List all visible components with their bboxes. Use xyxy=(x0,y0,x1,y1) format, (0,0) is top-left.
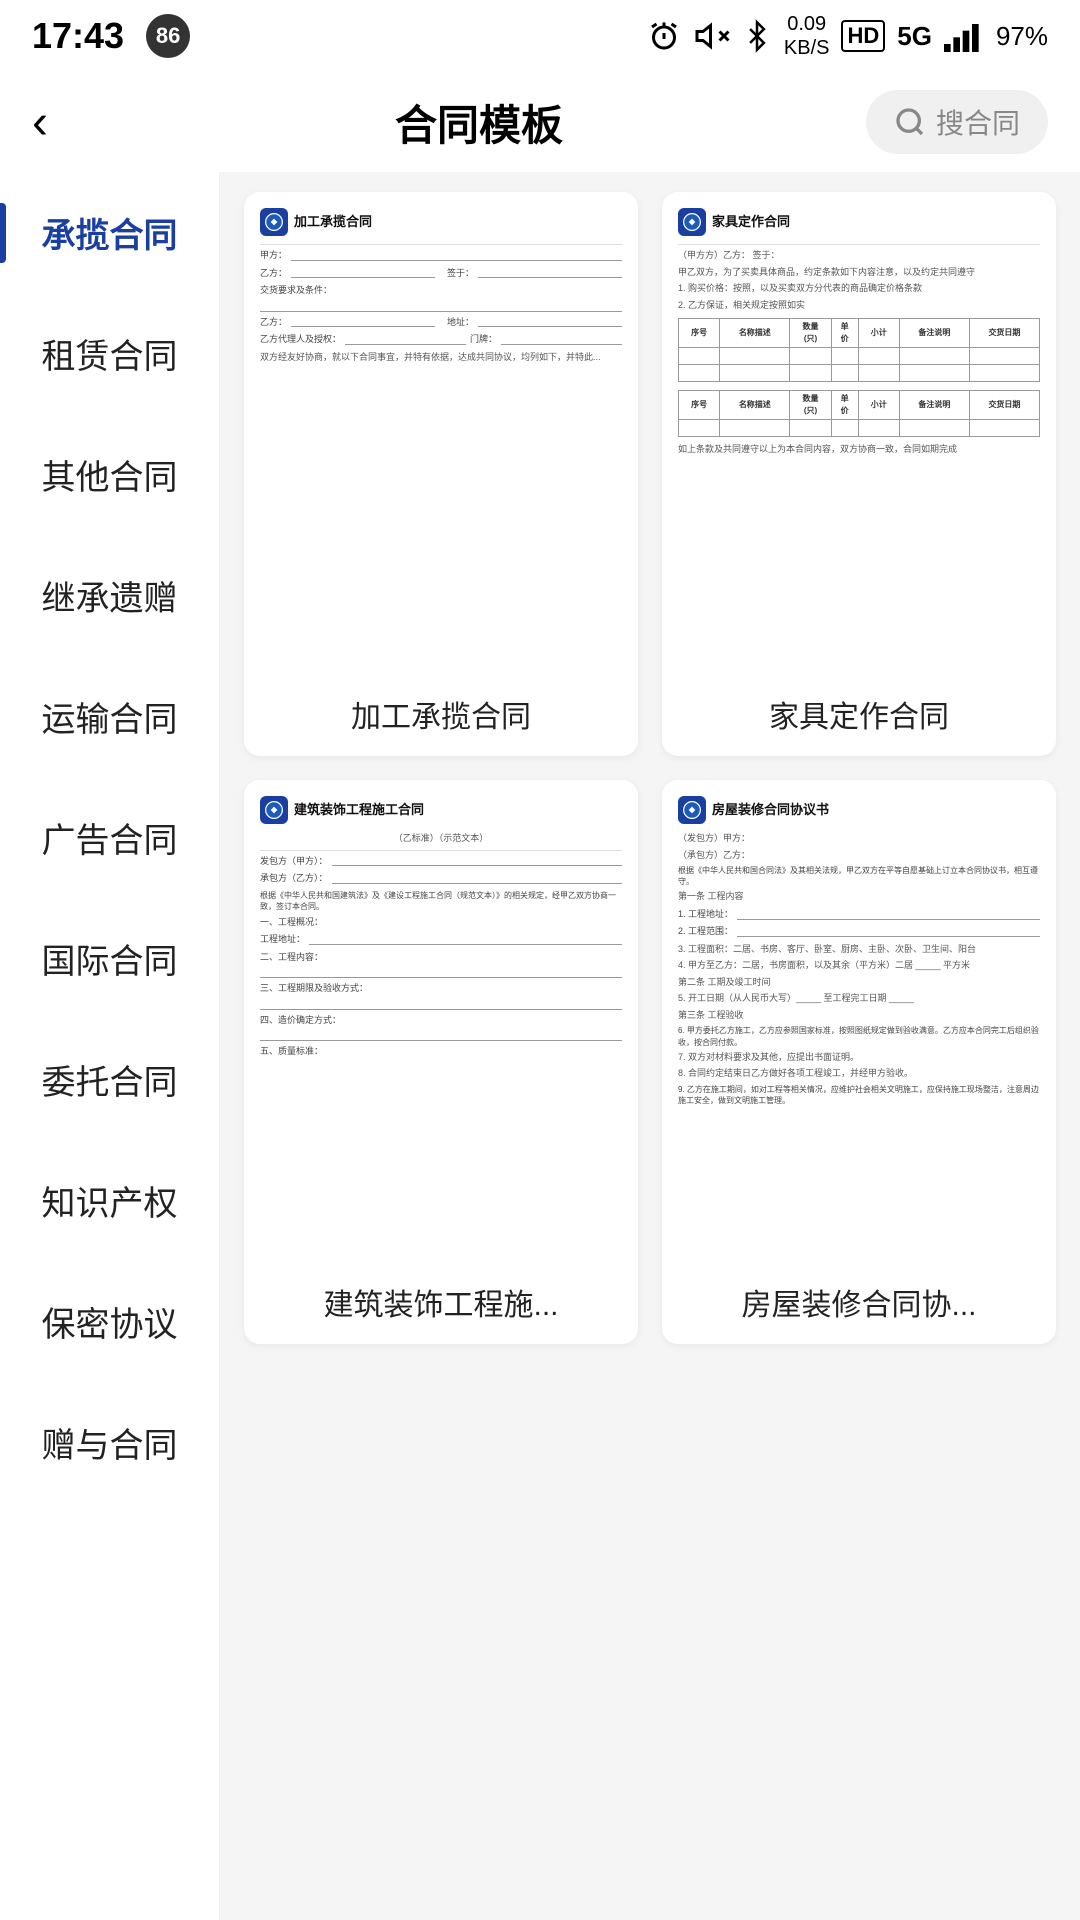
contract-card-fangwu[interactable]: 房屋装修合同协议书 （发包方）甲方： （承包方）乙方： 根据《中华人民共和国合同… xyxy=(662,780,1056,1344)
doc-title-jianzhu: 建筑装饰工程施工合同 xyxy=(294,800,424,820)
bluetooth-icon xyxy=(742,18,772,54)
sidebar-item-zhishi[interactable]: 知识产权 xyxy=(0,1140,219,1261)
doc-logo-jiaju xyxy=(678,208,706,236)
card-preview-jiagong: 加工承揽合同 甲方： 乙方：签于： 交货要求及条件： 乙方：地址： 乙方代理人及… xyxy=(244,192,638,672)
card-label-jianzhu: 建筑装饰工程施... xyxy=(244,1260,638,1344)
header: ‹ 合同模板 搜合同 xyxy=(0,72,1080,172)
doc-fangwu: 房屋装修合同协议书 （发包方）甲方： （承包方）乙方： 根据《中华人民共和国合同… xyxy=(678,796,1040,1109)
sidebar-item-qita[interactable]: 其他合同 xyxy=(0,414,219,535)
contract-card-jianzhu[interactable]: 建筑装饰工程施工合同 （乙标准）（示范文本） 发包方（甲方）： 承包方（乙方）：… xyxy=(244,780,638,1344)
contract-card-jiagong[interactable]: 加工承揽合同 甲方： 乙方：签于： 交货要求及条件： 乙方：地址： 乙方代理人及… xyxy=(244,192,638,756)
battery-level: 97% xyxy=(996,21,1048,52)
alarm-icon xyxy=(646,18,682,54)
card-label-fangwu: 房屋装修合同协... xyxy=(662,1260,1056,1344)
network-type: 5G xyxy=(897,21,932,52)
search-icon xyxy=(894,106,926,138)
doc-logo-fangwu xyxy=(678,796,706,824)
doc-title-jiaju: 家具定作合同 xyxy=(712,212,790,232)
doc-title-jiagong: 加工承揽合同 xyxy=(294,212,372,232)
back-button[interactable]: ‹ xyxy=(32,95,92,150)
hd-badge: HD xyxy=(841,20,885,52)
search-label: 搜合同 xyxy=(936,102,1020,142)
signal-icon xyxy=(944,18,984,54)
card-preview-jianzhu: 建筑装饰工程施工合同 （乙标准）（示范文本） 发包方（甲方）： 承包方（乙方）：… xyxy=(244,780,638,1260)
sidebar-item-baomi[interactable]: 保密协议 xyxy=(0,1261,219,1382)
sidebar-item-guanggao[interactable]: 广告合同 xyxy=(0,777,219,898)
status-badge: 86 xyxy=(146,14,190,58)
network-speed: 0.09 KB/S xyxy=(784,12,830,60)
card-preview-fangwu: 房屋装修合同协议书 （发包方）甲方： （承包方）乙方： 根据《中华人民共和国合同… xyxy=(662,780,1056,1260)
content-grid: 加工承揽合同 甲方： 乙方：签于： 交货要求及条件： 乙方：地址： 乙方代理人及… xyxy=(220,172,1080,1920)
sidebar-item-chenglanbao[interactable]: 承揽合同 xyxy=(0,172,219,293)
sidebar-item-weituo[interactable]: 委托合同 xyxy=(0,1019,219,1140)
card-preview-jiaju: 家具定作合同 （甲方方）乙方： 签于： 甲乙双方，为了买卖具体商品，约定条款如下… xyxy=(662,192,1056,672)
doc-jianzhu: 建筑装饰工程施工合同 （乙标准）（示范文本） 发包方（甲方）： 承包方（乙方）：… xyxy=(260,796,622,1063)
card-label-jiagong: 加工承揽合同 xyxy=(244,672,638,756)
page-title: 合同模板 xyxy=(92,92,866,153)
doc-title-fangwu: 房屋装修合同协议书 xyxy=(712,800,829,820)
status-right: 0.09 KB/S HD 5G 97% xyxy=(646,12,1048,60)
sidebar-item-guoji[interactable]: 国际合同 xyxy=(0,898,219,1019)
doc-jiagong: 加工承揽合同 甲方： 乙方：签于： 交货要求及条件： 乙方：地址： 乙方代理人及… xyxy=(260,208,622,367)
sidebar: 承揽合同 租赁合同 其他合同 继承遗赠 运输合同 广告合同 国际合同 委托合同 … xyxy=(0,172,220,1920)
sidebar-item-zulian[interactable]: 租赁合同 xyxy=(0,293,219,414)
status-time: 17:43 xyxy=(32,15,124,57)
search-button[interactable]: 搜合同 xyxy=(866,90,1048,154)
sidebar-item-jicheng[interactable]: 继承遗赠 xyxy=(0,535,219,656)
status-left: 17:43 86 xyxy=(32,14,190,58)
contract-card-jiaju[interactable]: 家具定作合同 （甲方方）乙方： 签于： 甲乙双方，为了买卖具体商品，约定条款如下… xyxy=(662,192,1056,756)
doc-jiaju: 家具定作合同 （甲方方）乙方： 签于： 甲乙双方，为了买卖具体商品，约定条款如下… xyxy=(678,208,1040,460)
sidebar-item-yunshu[interactable]: 运输合同 xyxy=(0,656,219,777)
main-layout: 承揽合同 租赁合同 其他合同 继承遗赠 运输合同 广告合同 国际合同 委托合同 … xyxy=(0,172,1080,1920)
mute-icon xyxy=(694,18,730,54)
doc-logo-jiagong xyxy=(260,208,288,236)
doc-logo-jianzhu xyxy=(260,796,288,824)
sidebar-item-zengyu[interactable]: 赠与合同 xyxy=(0,1382,219,1503)
card-label-jiaju: 家具定作合同 xyxy=(662,672,1056,756)
status-bar: 17:43 86 0.09 KB/S HD 5G 97% xyxy=(0,0,1080,72)
